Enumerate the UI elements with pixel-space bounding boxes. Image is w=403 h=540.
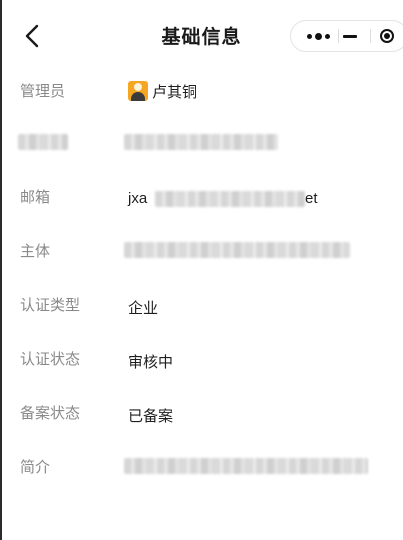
navigation-bar: 基础信息: [0, 0, 403, 72]
redacted-value: [124, 134, 278, 150]
entity-redacted: [124, 242, 350, 258]
minimize-icon: [343, 34, 357, 38]
filing-status-label: 备案状态: [20, 405, 81, 422]
more-dots-icon: [306, 32, 330, 40]
redacted-label: [18, 134, 68, 150]
close-target-icon: [380, 29, 394, 43]
mini-program-capsule: [290, 20, 403, 52]
cert-type-label: 认证类型: [20, 297, 81, 314]
cert-status-label: 认证状态: [20, 351, 81, 368]
entity-label: 主体: [20, 243, 51, 260]
email-prefix: jxa: [128, 190, 148, 207]
intro-label: 简介: [20, 459, 51, 476]
avatar-icon: [128, 81, 148, 101]
minimize-button[interactable]: [331, 21, 369, 51]
admin-name: 卢其铜: [152, 84, 198, 101]
email-redacted: [155, 191, 305, 207]
close-button[interactable]: [368, 21, 403, 51]
cert-status-value: 审核中: [128, 354, 174, 371]
email-suffix: et: [305, 190, 318, 207]
filing-status-value: 已备案: [128, 408, 174, 425]
window-edge: [0, 0, 2, 540]
cert-type-value: 企业: [128, 300, 159, 317]
intro-redacted: [124, 458, 368, 474]
admin-label: 管理员: [20, 83, 66, 100]
email-label: 邮箱: [20, 189, 51, 206]
